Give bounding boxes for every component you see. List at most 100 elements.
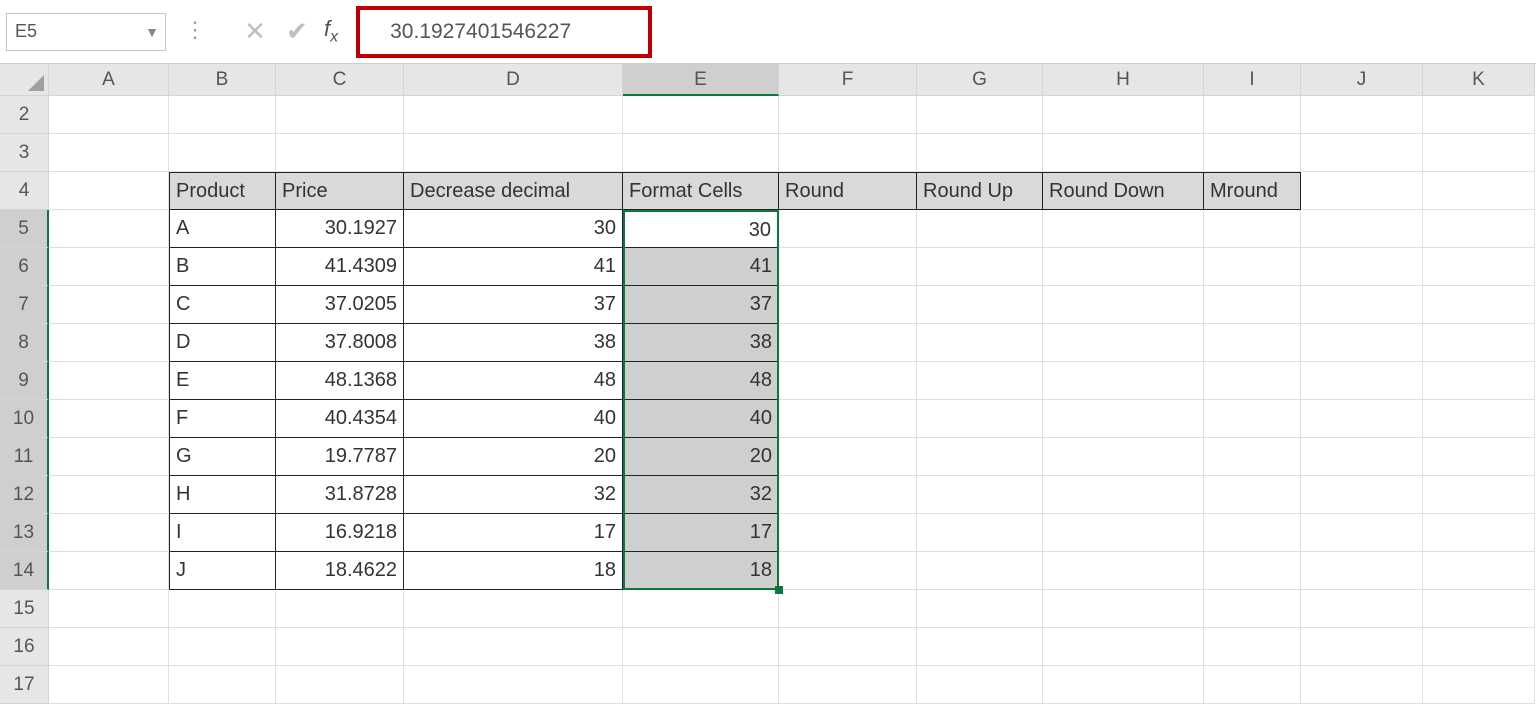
- cell[interactable]: [1043, 286, 1204, 324]
- header-mround[interactable]: Mround: [1204, 172, 1301, 210]
- cell-decrease[interactable]: 20: [404, 438, 623, 476]
- cell-format[interactable]: 17: [623, 514, 779, 552]
- cell[interactable]: [1301, 628, 1423, 666]
- cell[interactable]: [49, 476, 169, 514]
- cell-product[interactable]: H: [169, 476, 276, 514]
- cell[interactable]: [779, 552, 917, 590]
- cell[interactable]: [1423, 362, 1535, 400]
- cell-product[interactable]: E: [169, 362, 276, 400]
- cell[interactable]: [1301, 324, 1423, 362]
- cell[interactable]: [779, 210, 917, 248]
- cell[interactable]: [917, 248, 1043, 286]
- cell-decrease[interactable]: 32: [404, 476, 623, 514]
- cell[interactable]: [1043, 552, 1204, 590]
- cell[interactable]: [169, 628, 276, 666]
- row-header[interactable]: 9: [0, 362, 49, 400]
- cell-decrease[interactable]: 40: [404, 400, 623, 438]
- cell[interactable]: [276, 134, 404, 172]
- cell-format[interactable]: 48: [623, 362, 779, 400]
- cell[interactable]: [49, 438, 169, 476]
- cell[interactable]: [276, 628, 404, 666]
- col-header-J[interactable]: J: [1301, 64, 1423, 96]
- row-header[interactable]: 12: [0, 476, 49, 514]
- cell[interactable]: [49, 400, 169, 438]
- row-header[interactable]: 5: [0, 210, 49, 248]
- cell[interactable]: [49, 248, 169, 286]
- cell[interactable]: [1204, 210, 1301, 248]
- cell[interactable]: [49, 552, 169, 590]
- row-header[interactable]: 15: [0, 590, 49, 628]
- cell-price[interactable]: 41.4309: [276, 248, 404, 286]
- cell[interactable]: [1301, 210, 1423, 248]
- col-header-A[interactable]: A: [49, 64, 169, 96]
- cell[interactable]: [404, 628, 623, 666]
- cell[interactable]: [49, 172, 169, 210]
- cell[interactable]: [917, 552, 1043, 590]
- row-header[interactable]: 4: [0, 172, 49, 210]
- cell-price[interactable]: 31.8728: [276, 476, 404, 514]
- cell[interactable]: [1043, 134, 1204, 172]
- cell[interactable]: [1204, 362, 1301, 400]
- cell[interactable]: [779, 134, 917, 172]
- cell[interactable]: [917, 96, 1043, 134]
- col-header-D[interactable]: D: [404, 64, 623, 96]
- cell[interactable]: [1043, 324, 1204, 362]
- cell-product[interactable]: I: [169, 514, 276, 552]
- cell[interactable]: [1301, 590, 1423, 628]
- cell-price[interactable]: 48.1368: [276, 362, 404, 400]
- cell[interactable]: [917, 400, 1043, 438]
- cell-format[interactable]: 38: [623, 324, 779, 362]
- cell-product[interactable]: F: [169, 400, 276, 438]
- cell-product[interactable]: B: [169, 248, 276, 286]
- header-product[interactable]: Product: [169, 172, 276, 210]
- cell[interactable]: [917, 666, 1043, 704]
- cell-product[interactable]: J: [169, 552, 276, 590]
- cell[interactable]: [1423, 286, 1535, 324]
- cell[interactable]: [1204, 438, 1301, 476]
- cell-price[interactable]: 37.0205: [276, 286, 404, 324]
- cell[interactable]: [623, 590, 779, 628]
- cell[interactable]: [404, 96, 623, 134]
- cell[interactable]: [1204, 666, 1301, 704]
- cell[interactable]: [1204, 96, 1301, 134]
- cell[interactable]: [276, 666, 404, 704]
- cell[interactable]: [1301, 362, 1423, 400]
- cell[interactable]: [779, 438, 917, 476]
- header-round-down[interactable]: Round Down: [1043, 172, 1204, 210]
- cell[interactable]: [1043, 210, 1204, 248]
- cell[interactable]: [1423, 324, 1535, 362]
- cell[interactable]: [1301, 514, 1423, 552]
- cell[interactable]: [917, 590, 1043, 628]
- row-header[interactable]: 16: [0, 628, 49, 666]
- cell[interactable]: [1204, 514, 1301, 552]
- cell[interactable]: [917, 628, 1043, 666]
- cell[interactable]: [1043, 476, 1204, 514]
- cell-format[interactable]: 40: [623, 400, 779, 438]
- cell[interactable]: [169, 590, 276, 628]
- cell[interactable]: [1301, 476, 1423, 514]
- cell[interactable]: [1423, 210, 1535, 248]
- row-header[interactable]: 17: [0, 666, 49, 704]
- cell[interactable]: [49, 666, 169, 704]
- cell[interactable]: [779, 400, 917, 438]
- cell[interactable]: [1043, 248, 1204, 286]
- cell-decrease[interactable]: 18: [404, 552, 623, 590]
- row-header[interactable]: 11: [0, 438, 49, 476]
- row-header[interactable]: 10: [0, 400, 49, 438]
- cell[interactable]: [1301, 286, 1423, 324]
- col-header-F[interactable]: F: [779, 64, 917, 96]
- cell[interactable]: [779, 476, 917, 514]
- cell[interactable]: [779, 286, 917, 324]
- cell[interactable]: [623, 134, 779, 172]
- cell[interactable]: [169, 134, 276, 172]
- cell-decrease[interactable]: 17: [404, 514, 623, 552]
- cell-decrease[interactable]: 30: [404, 210, 623, 248]
- cell[interactable]: [1423, 590, 1535, 628]
- cell-product[interactable]: D: [169, 324, 276, 362]
- cell[interactable]: [1423, 96, 1535, 134]
- cell-decrease[interactable]: 48: [404, 362, 623, 400]
- cell-format[interactable]: 20: [623, 438, 779, 476]
- cell[interactable]: [1204, 590, 1301, 628]
- cell[interactable]: [1204, 552, 1301, 590]
- cell[interactable]: [779, 248, 917, 286]
